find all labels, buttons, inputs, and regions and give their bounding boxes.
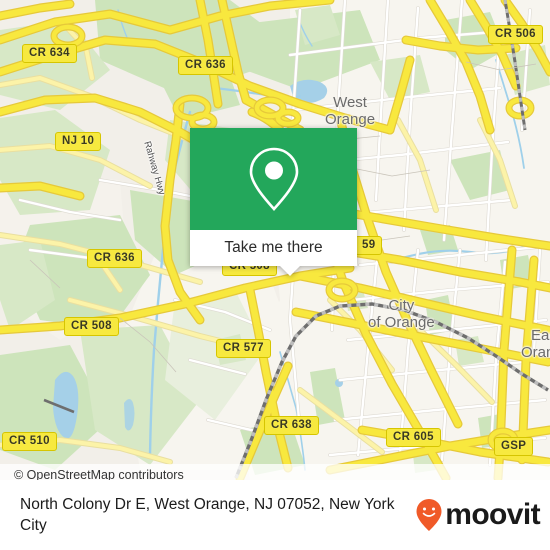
- place-label-city-of-orange: City of Orange: [368, 297, 435, 331]
- shield-cr-638: CR 638: [264, 416, 319, 435]
- map-canvas[interactable]: .park { fill:#cde4bb; } .park2 { fill:#d…: [0, 0, 550, 480]
- shield-cr-605: CR 605: [386, 428, 441, 447]
- shield-nj-10: NJ 10: [55, 132, 102, 151]
- address-text: North Colony Dr E, West Orange, NJ 07052…: [20, 496, 395, 534]
- take-me-there-label: Take me there: [224, 239, 323, 256]
- shield-cr-508-west: CR 508: [64, 317, 119, 336]
- footer-bar: North Colony Dr E, West Orange, NJ 07052…: [0, 480, 550, 550]
- place-label-line1: West: [333, 94, 367, 111]
- callout-image-panel: [190, 128, 357, 230]
- shield-cr-636-north: CR 636: [178, 56, 233, 75]
- place-label-line2: Orange: [521, 344, 550, 361]
- shield-cr-659-hidden: 59: [355, 236, 383, 255]
- place-label-west-orange: West Orange: [325, 94, 375, 128]
- shield-cr-634: CR 634: [22, 44, 77, 63]
- place-label-line2: of Orange: [368, 314, 435, 331]
- callout-action-bar[interactable]: Take me there: [190, 230, 357, 266]
- map-pin-icon: [249, 147, 298, 211]
- moovit-brand[interactable]: moovit: [415, 498, 541, 532]
- destination-callout[interactable]: Take me there: [190, 128, 357, 276]
- moovit-wordmark: moovit: [445, 498, 540, 531]
- shield-cr-510: CR 510: [2, 432, 57, 451]
- shield-cr-506: CR 506: [488, 25, 543, 44]
- moovit-pin-icon: [416, 499, 442, 531]
- osm-attribution-text[interactable]: © OpenStreetMap contributors: [0, 468, 184, 480]
- shield-gsp: GSP: [494, 437, 534, 456]
- place-label-line1: City: [388, 297, 415, 314]
- place-label-east-orange: EastOrange: [521, 327, 550, 361]
- shield-cr-636-west: CR 636: [87, 249, 142, 268]
- shield-cr-577: CR 577: [216, 339, 271, 358]
- app-root: .park { fill:#cde4bb; } .park2 { fill:#d…: [0, 0, 550, 550]
- callout-pointer-tail: [279, 265, 301, 276]
- place-label-line2: Orange: [325, 111, 376, 128]
- map-attribution-bar: © OpenStreetMap contributors: [0, 464, 550, 480]
- place-label-line1: East: [531, 327, 550, 344]
